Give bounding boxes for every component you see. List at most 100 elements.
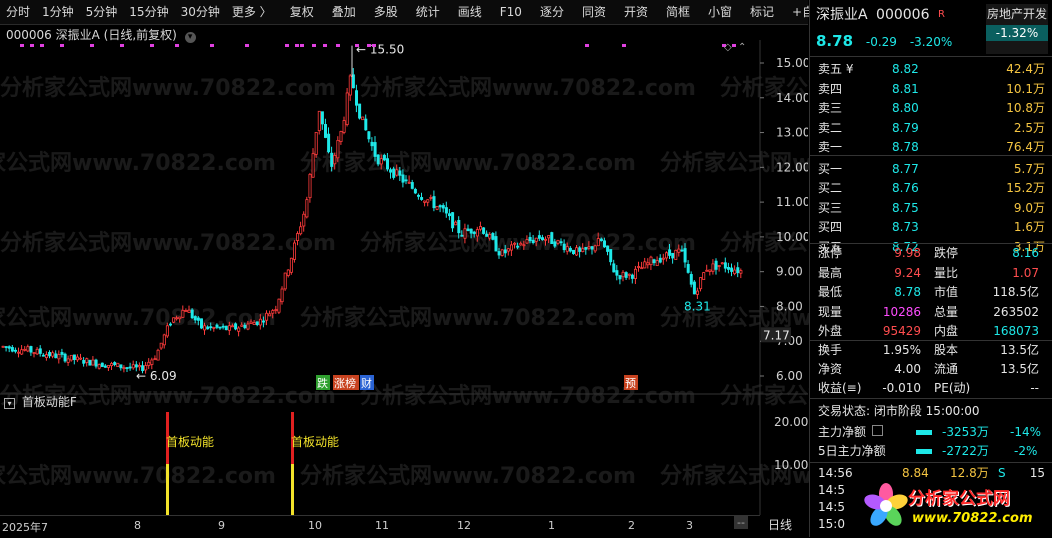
order-volume: 2.5万 xyxy=(1013,120,1045,135)
period-tab-5[interactable]: 更多 〉 xyxy=(226,0,278,24)
toolbar-button-7[interactable]: 同资 xyxy=(576,0,612,24)
candle xyxy=(348,73,352,101)
event-tag[interactable]: 预 xyxy=(625,377,636,390)
candle xyxy=(736,262,740,278)
event-tag[interactable]: 跌 xyxy=(317,376,328,390)
candle xyxy=(351,68,355,89)
candle xyxy=(91,356,95,366)
candle xyxy=(516,242,520,250)
order-book-row[interactable]: 卖四 8.81 10.1万 xyxy=(810,80,1052,98)
candle xyxy=(544,236,548,246)
toolbar-button-10[interactable]: 小窗 xyxy=(702,0,738,24)
order-book-row[interactable]: 卖三 8.80 10.8万 xyxy=(810,99,1052,117)
toolbar-button-9[interactable]: 简框 xyxy=(660,0,696,24)
candle xyxy=(559,238,563,246)
axis-scroll-indicator[interactable]: -- xyxy=(734,516,748,529)
sector-box[interactable]: 房地产开发 -1.32% xyxy=(986,4,1048,54)
collapse-icon[interactable]: ▾ xyxy=(4,398,15,409)
candle xyxy=(522,240,526,250)
stat-label: 市值 xyxy=(934,285,959,299)
signal-dot xyxy=(732,44,736,47)
candle xyxy=(107,364,111,372)
period-tab-0[interactable]: 分时 xyxy=(0,0,36,24)
period-tab-2[interactable]: 5分钟 xyxy=(80,0,124,24)
diamond-icon[interactable]: ◇ xyxy=(724,42,732,53)
last-price: 8.78 xyxy=(816,32,854,50)
candle xyxy=(429,194,433,201)
time-tick: 9 xyxy=(218,519,225,532)
toolbar-button-8[interactable]: 开资 xyxy=(618,0,654,24)
toolbar-button-4[interactable]: 画线 xyxy=(452,0,488,24)
candle xyxy=(125,366,129,372)
indicator-name: 首板动能F xyxy=(21,395,77,409)
order-book-row[interactable]: 买三 8.75 9.0万 xyxy=(810,199,1052,217)
toolbar-button-2[interactable]: 多股 xyxy=(368,0,404,24)
candle xyxy=(230,323,234,328)
candle xyxy=(66,355,70,366)
candle xyxy=(20,345,24,355)
event-tag[interactable]: 涨榜 xyxy=(334,376,356,390)
order-book-row[interactable]: 买一 8.77 5.7万 xyxy=(810,160,1052,178)
signal-dot xyxy=(120,44,124,47)
tick-time: 14:5 xyxy=(818,483,845,497)
candle xyxy=(268,310,272,317)
order-book-row[interactable]: 卖一 8.78 76.4万 xyxy=(810,138,1052,156)
candle xyxy=(680,245,684,252)
candle xyxy=(668,244,672,259)
indicator-bar-yellow xyxy=(166,464,169,515)
toolbar-button-5[interactable]: F10 xyxy=(494,0,528,24)
stat-label: 跌停 xyxy=(934,246,959,260)
candle xyxy=(110,361,114,371)
order-book-row[interactable]: 卖五 ¥ 8.82 42.4万 xyxy=(810,60,1052,78)
table-icon[interactable] xyxy=(871,425,883,436)
period-tab-4[interactable]: 30分钟 xyxy=(175,0,226,24)
candle xyxy=(249,319,253,325)
period-label[interactable]: 日线 xyxy=(768,516,792,533)
candle xyxy=(308,172,312,203)
stat-value: 13.5亿 xyxy=(1000,343,1039,357)
stat-value: 1.07 xyxy=(1012,265,1039,280)
trade-status: 交易状态: 闭市阶段 15:00:00 xyxy=(818,404,980,418)
order-volume: 76.4万 xyxy=(1006,140,1045,154)
candle xyxy=(97,363,101,370)
candle xyxy=(23,346,27,352)
candle xyxy=(423,200,427,207)
price-tick: 11.00 xyxy=(776,195,808,209)
candle xyxy=(717,265,721,272)
candle xyxy=(255,321,259,327)
signal-dot xyxy=(285,44,289,47)
candle xyxy=(494,231,498,252)
candle xyxy=(116,362,120,368)
candle xyxy=(342,116,346,135)
stat-row: 收益(≡) -0.010 PE(动) -- xyxy=(810,379,1052,397)
toolbar-button-1[interactable]: 叠加 xyxy=(326,0,362,24)
toolbar-button-0[interactable]: 复权 xyxy=(284,0,320,24)
candlestick-chart[interactable]: 15.00 14.00 13.00 12.00 11.00 10.00 9.00 8.00 7.… xyxy=(0,40,808,515)
candle xyxy=(488,232,492,241)
candle xyxy=(296,231,300,246)
toolbar-button-6[interactable]: 逐分 xyxy=(534,0,570,24)
candle xyxy=(63,352,67,363)
chevron-up-icon[interactable]: ⌃ xyxy=(738,42,746,53)
order-book-row[interactable]: 卖二 8.79 2.5万 xyxy=(810,119,1052,137)
candle xyxy=(454,220,458,226)
order-book-row[interactable]: 买二 8.76 15.2万 xyxy=(810,179,1052,197)
main-net-pct: -14% xyxy=(1010,425,1042,439)
time-tick: 2 xyxy=(628,519,635,532)
period-tab-3[interactable]: 15分钟 xyxy=(123,0,174,24)
stat-row: 现量 10286 总量 263502 xyxy=(810,303,1052,321)
toolbar-button-11[interactable]: 标记 xyxy=(744,0,780,24)
order-book-row[interactable]: 买四 8.73 1.6万 xyxy=(810,218,1052,236)
candle xyxy=(367,131,371,143)
event-tag[interactable]: 财 xyxy=(361,376,372,390)
candle xyxy=(714,258,718,275)
candle xyxy=(333,152,337,170)
candle xyxy=(289,257,293,275)
candle xyxy=(482,227,486,235)
candle xyxy=(35,347,39,356)
signal-dot xyxy=(355,44,359,47)
candle xyxy=(705,264,709,272)
candle xyxy=(553,238,557,248)
toolbar-button-3[interactable]: 统计 xyxy=(410,0,446,24)
period-tab-1[interactable]: 1分钟 xyxy=(36,0,80,24)
